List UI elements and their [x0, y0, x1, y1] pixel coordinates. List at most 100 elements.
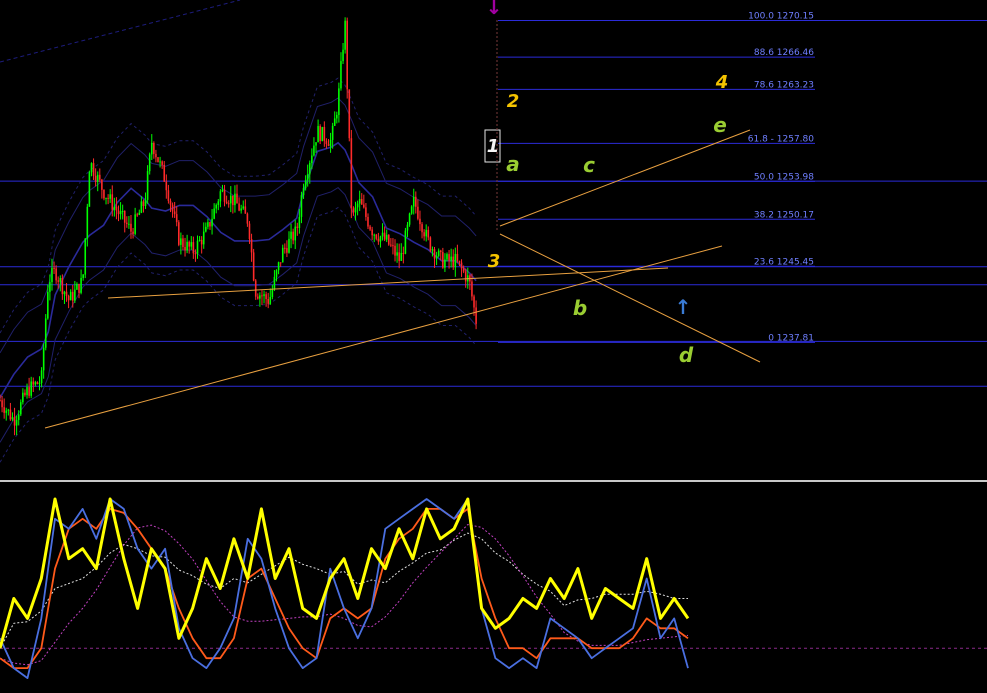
candle-body [109, 194, 111, 199]
candle-body [254, 280, 257, 297]
candle-body [415, 196, 417, 207]
candle-body [284, 247, 286, 249]
candle-body [132, 231, 134, 234]
candle-body [92, 163, 95, 176]
envelope-band-line [0, 97, 477, 354]
candle-body [15, 419, 18, 426]
candle-body [369, 226, 371, 230]
candle-body [317, 126, 319, 143]
candle-body [161, 161, 163, 165]
candle-body [9, 409, 12, 420]
candle-body [36, 382, 39, 384]
candle-body [400, 252, 403, 261]
candle-body [0, 400, 1, 402]
candle-body [123, 210, 126, 223]
fib-level-label: 78.6 1263.23 [754, 80, 814, 90]
candle-body [28, 387, 30, 396]
candle-body [71, 291, 74, 301]
candle-body [471, 281, 473, 297]
candle-body [215, 204, 218, 209]
candle-body [144, 199, 147, 206]
candle-body [269, 297, 272, 304]
candle-body [19, 402, 22, 415]
candle-body [259, 295, 261, 299]
candle-body [294, 226, 297, 241]
top-arrow: ↓ [486, 0, 503, 19]
candle-body [292, 231, 294, 241]
candle-body [246, 213, 249, 224]
candle-body [211, 218, 213, 227]
candle-body [3, 407, 5, 413]
candle-body [148, 154, 151, 172]
candle-body [229, 195, 232, 204]
candle-body [69, 291, 72, 301]
candle-body [217, 201, 220, 205]
candle-body [452, 256, 455, 268]
candle-body [55, 268, 57, 281]
candle-body [396, 252, 398, 256]
candle-body [263, 294, 265, 297]
candle-body [392, 245, 394, 247]
candle-body [348, 89, 351, 139]
candle-body [32, 381, 35, 385]
candle-body [207, 222, 209, 227]
trendline [499, 129, 751, 227]
candle-body [437, 250, 440, 256]
candle-body [227, 203, 230, 205]
candle-body [98, 174, 101, 180]
candle-body [146, 171, 149, 200]
candle-body [74, 289, 76, 301]
candle-body [186, 241, 188, 251]
candle-body [205, 226, 207, 232]
candle-body [96, 174, 99, 182]
candle-body [53, 267, 55, 269]
candle-body [213, 208, 215, 219]
candle-body [304, 180, 307, 189]
fib-level-label: 50.0 1253.98 [754, 172, 814, 182]
candle-body [302, 188, 305, 196]
candle-body [308, 162, 311, 175]
candle-body [24, 392, 26, 396]
candle-body [402, 252, 405, 254]
candle-body [78, 283, 80, 293]
oscillator-subchart [0, 497, 987, 679]
candle-body [252, 252, 255, 281]
wave-label-2: 2 [507, 91, 520, 112]
candle-body [346, 20, 348, 90]
candle-body [82, 274, 84, 278]
bottom-arrow: ↑ [675, 295, 692, 319]
candle-body [42, 347, 45, 371]
candle-body [88, 172, 91, 207]
candle-body [427, 229, 430, 238]
candle-body [130, 223, 132, 232]
chart-root: 100.0 1270.15 88.6 1266.46 78.6 1263.23 61.… [0, 0, 987, 693]
candle-body [80, 277, 82, 293]
candle-body [65, 291, 68, 296]
candle-body [221, 189, 224, 192]
candle-body [377, 238, 380, 242]
candle-body [115, 206, 118, 211]
candle-body [331, 125, 334, 140]
candle-body [153, 142, 155, 154]
candle-body [367, 216, 369, 227]
candle-body [34, 382, 37, 385]
candle-body [410, 206, 413, 214]
candle-body [76, 283, 78, 290]
candle-body [475, 307, 477, 324]
candle-body [232, 195, 234, 206]
candle-body [336, 114, 338, 119]
candle-body [248, 223, 251, 240]
candle-body [84, 238, 87, 275]
candle-body [150, 142, 153, 155]
candle-body [11, 417, 14, 420]
candle-body [275, 270, 278, 277]
candle-body [277, 262, 280, 271]
candle-body [44, 318, 47, 348]
candle-body [119, 211, 122, 215]
candle-body [107, 197, 109, 199]
candle-body [111, 194, 114, 210]
candle-body [261, 295, 263, 297]
candle-body [113, 206, 116, 210]
candle-body [30, 381, 32, 396]
candle-body [435, 255, 438, 259]
